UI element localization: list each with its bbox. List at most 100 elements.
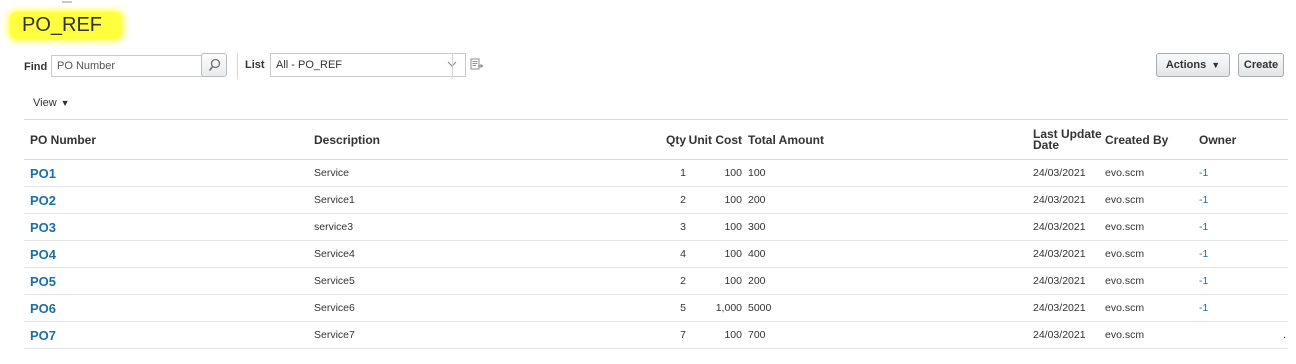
last-update-date-cell: 24/03/2021 — [1033, 213, 1105, 241]
col-header-qty[interactable]: Qty — [604, 119, 686, 160]
po-number-link[interactable]: PO2 — [30, 193, 56, 208]
qty-cell: 2 — [604, 267, 686, 295]
po-number-cell: PO3 — [24, 213, 314, 241]
created-by-cell: evo.scm — [1105, 321, 1199, 349]
created-by-cell: evo.scm — [1105, 294, 1199, 322]
owner-cell: -1 — [1199, 267, 1288, 295]
qty-cell: 7 — [604, 321, 686, 349]
owner-cell: -1 — [1199, 294, 1288, 322]
total-amount-cell: 200 — [742, 186, 1033, 214]
qty-cell: 3 — [604, 213, 686, 241]
trailing-mark: . — [1282, 329, 1286, 341]
view-caret-down-icon: ▼ — [60, 98, 70, 108]
po-number-search-input[interactable] — [51, 55, 221, 77]
page-title-wrap: PO_REF — [10, 12, 123, 39]
owner-link[interactable]: -1 — [1199, 275, 1208, 287]
total-amount-cell: 300 — [742, 213, 1033, 241]
po-number-cell: PO7 — [24, 321, 314, 349]
last-update-date-cell: 24/03/2021 — [1033, 267, 1105, 295]
actions-label: Actions — [1165, 59, 1207, 71]
col-header-last-update-date[interactable]: Last Update Date — [1033, 119, 1105, 160]
owner-link[interactable]: -1 — [1199, 302, 1208, 314]
po-number-link[interactable]: PO5 — [30, 274, 56, 289]
table-row: PO1 Service 1 100 100 24/03/2021 evo.scm -1 — [24, 159, 1288, 187]
table-header-row: PO Number Description Qty Unit Cost Tota… — [24, 119, 1288, 160]
unit-cost-cell: 100 — [686, 186, 742, 214]
po-number-cell: PO1 — [24, 159, 314, 187]
table-row: PO7 Service7 7 100 700 24/03/2021 evo.scm. — [24, 321, 1288, 349]
last-update-date-cell: 24/03/2021 — [1033, 321, 1105, 349]
view-label: View — [33, 97, 57, 109]
list-label: List — [245, 59, 265, 71]
saved-list-select[interactable]: All - PO_REF — [270, 53, 466, 77]
results-table-wrap: PO Number Description Qty Unit Cost Tota… — [24, 119, 1288, 349]
description-cell: Service6 — [314, 294, 604, 322]
table-body: PO1 Service 1 100 100 24/03/2021 evo.scm -1 PO2 S… — [24, 159, 1288, 349]
last-update-date-cell: 24/03/2021 — [1033, 294, 1105, 322]
total-amount-cell: 400 — [742, 240, 1033, 268]
caret-down-icon: ▼ — [1211, 60, 1221, 70]
toolbar-separator-2 — [452, 53, 453, 79]
description-cell: service3 — [314, 213, 604, 241]
total-amount-cell: 5000 — [742, 294, 1033, 322]
owner-link[interactable]: -1 — [1199, 221, 1208, 233]
qty-cell: 5 — [604, 294, 686, 322]
table-row: PO6 Service6 5 1,000 5000 24/03/2021 evo.scm -1 — [24, 294, 1288, 322]
search-icon — [208, 58, 220, 71]
table-row: PO5 Service5 2 100 200 24/03/2021 evo.scm -1 — [24, 267, 1288, 295]
view-menu[interactable]: View ▼ — [33, 97, 70, 109]
total-amount-cell: 200 — [742, 267, 1033, 295]
col-header-owner[interactable]: Owner — [1199, 119, 1288, 160]
col-header-unit-cost[interactable]: Unit Cost — [686, 119, 742, 160]
col-header-total-amount[interactable]: Total Amount — [742, 119, 1033, 160]
top-divider-mark — [62, 1, 72, 3]
unit-cost-cell: 100 — [686, 240, 742, 268]
po-number-cell: PO5 — [24, 267, 314, 295]
description-cell: Service7 — [314, 321, 604, 349]
total-amount-cell: 100 — [742, 159, 1033, 187]
po-number-cell: PO4 — [24, 240, 314, 268]
last-update-date-cell: 24/03/2021 — [1033, 159, 1105, 187]
owner-cell: -1 — [1199, 159, 1288, 187]
description-cell: Service4 — [314, 240, 604, 268]
po-number-link[interactable]: PO4 — [30, 247, 56, 262]
find-label: Find — [24, 61, 48, 73]
po-number-link[interactable]: PO3 — [30, 220, 56, 235]
saved-list-value: All - PO_REF — [276, 59, 343, 71]
unit-cost-cell: 100 — [686, 267, 742, 295]
po-number-cell: PO2 — [24, 186, 314, 214]
last-update-date-cell: 24/03/2021 — [1033, 240, 1105, 268]
created-by-cell: evo.scm — [1105, 267, 1199, 295]
total-amount-cell: 700 — [742, 321, 1033, 349]
owner-cell: -1 — [1199, 213, 1288, 241]
qty-cell: 1 — [604, 159, 686, 187]
po-number-link[interactable]: PO6 — [30, 301, 56, 316]
owner-link[interactable]: -1 — [1199, 194, 1208, 206]
po-number-link[interactable]: PO7 — [30, 328, 56, 343]
table-row: PO2 Service1 2 100 200 24/03/2021 evo.scm -1 — [24, 186, 1288, 214]
col-header-created-by[interactable]: Created By — [1105, 119, 1199, 160]
owner-link[interactable]: -1 — [1199, 167, 1208, 179]
col-header-description[interactable]: Description — [314, 119, 604, 160]
description-cell: Service — [314, 159, 604, 187]
last-update-date-cell: 24/03/2021 — [1033, 186, 1105, 214]
created-by-cell: evo.scm — [1105, 186, 1199, 214]
results-table: PO Number Description Qty Unit Cost Tota… — [24, 119, 1288, 349]
search-button[interactable] — [201, 53, 227, 77]
table-row: PO4 Service4 4 100 400 24/03/2021 evo.scm -1 — [24, 240, 1288, 268]
create-button[interactable]: Create — [1238, 53, 1284, 77]
toolbar: Find List All - PO_REF Actions ▼ Create — [24, 53, 1296, 79]
description-cell: Service5 — [314, 267, 604, 295]
owner-link[interactable]: -1 — [1199, 248, 1208, 260]
po-number-link[interactable]: PO1 — [30, 166, 56, 181]
unit-cost-cell: 1,000 — [686, 294, 742, 322]
export-icon[interactable] — [470, 57, 484, 71]
actions-menu-button[interactable]: Actions ▼ — [1156, 53, 1230, 77]
created-by-cell: evo.scm — [1105, 240, 1199, 268]
po-number-cell: PO6 — [24, 294, 314, 322]
table-row: PO3 service3 3 100 300 24/03/2021 evo.scm -1 — [24, 213, 1288, 241]
toolbar-separator — [237, 53, 238, 79]
col-header-po-number[interactable]: PO Number — [24, 119, 314, 160]
owner-cell: -1 — [1199, 186, 1288, 214]
qty-cell: 2 — [604, 186, 686, 214]
